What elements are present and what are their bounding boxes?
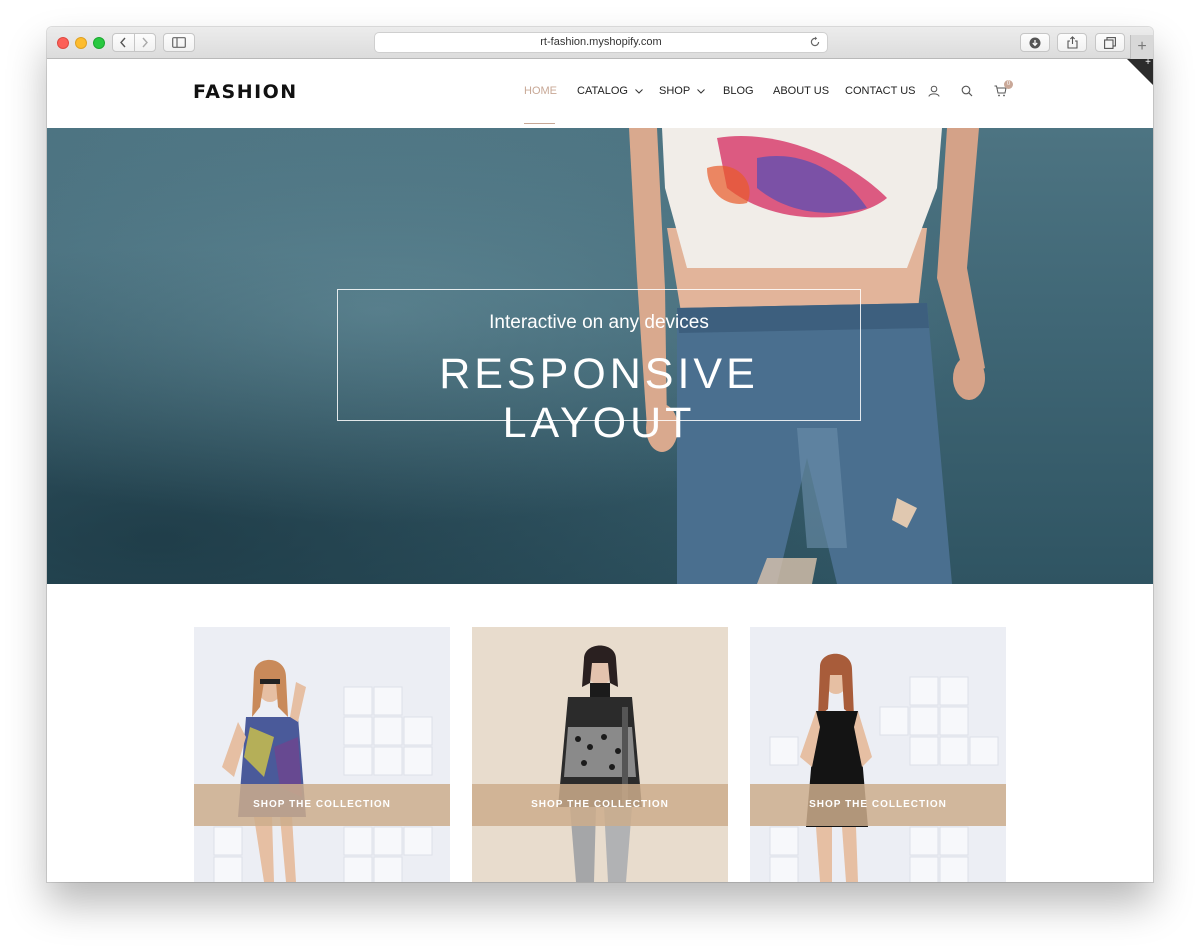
site-logo[interactable]: FASHION <box>193 81 298 103</box>
nav-shop-label: SHOP <box>659 85 691 97</box>
downloads-button[interactable] <box>1020 33 1050 52</box>
close-window-button[interactable] <box>57 37 69 49</box>
nav-contact-label: CONTACT US <box>845 85 916 97</box>
browser-toolbar: rt-fashion.myshopify.com + <box>47 27 1153 59</box>
nav-home-label: HOME <box>524 85 557 97</box>
chevron-left-icon <box>120 37 126 48</box>
download-icon <box>1029 37 1041 48</box>
search-icon[interactable] <box>961 85 973 97</box>
nav-home[interactable]: HOME <box>524 85 557 97</box>
browser-window: rt-fashion.myshopify.com + FASHION HOME … <box>47 27 1153 882</box>
shop-collection-button[interactable]: SHOP THE COLLECTION <box>194 784 450 826</box>
nav-active-indicator <box>524 123 555 124</box>
hero-caption-box: Interactive on any devices RESPONSIVE LA… <box>337 289 861 447</box>
collection-card[interactable]: SHOP THE COLLECTION <box>472 627 728 882</box>
sidebar-icon <box>172 37 186 48</box>
address-bar[interactable]: rt-fashion.myshopify.com <box>374 32 828 53</box>
collection-image <box>194 627 450 882</box>
chevron-down-icon <box>635 88 643 94</box>
nav-catalog[interactable]: CATALOG <box>577 85 643 97</box>
reload-icon[interactable] <box>809 36 821 48</box>
forward-button[interactable] <box>135 34 156 51</box>
nav-blog-label: BLOG <box>723 85 754 97</box>
hero-title: RESPONSIVE LAYOUT <box>439 350 759 447</box>
collection-image <box>750 627 1006 882</box>
plus-icon: + <box>1145 57 1151 68</box>
tabs-icon <box>1104 36 1116 49</box>
address-url: rt-fashion.myshopify.com <box>540 36 662 48</box>
collection-card[interactable]: SHOP THE COLLECTION <box>750 627 1006 882</box>
share-button[interactable] <box>1057 33 1087 52</box>
hero-subtitle: Interactive on any devices <box>489 312 709 333</box>
plus-icon: + <box>1137 38 1147 55</box>
site-header: FASHION HOME CATALOG SHOP BLOG ABOUT US … <box>47 59 1153 128</box>
nav-shop[interactable]: SHOP <box>659 85 706 97</box>
collection-image <box>472 627 728 882</box>
cart-count-badge: 0 <box>1004 80 1013 89</box>
minimize-window-button[interactable] <box>75 37 87 49</box>
collections-section: SHOP THE COLLECTION SHOP THE COLLECTION <box>47 584 1153 882</box>
chevron-down-icon <box>697 88 706 94</box>
shop-collection-button[interactable]: SHOP THE COLLECTION <box>472 784 728 826</box>
share-icon <box>1066 36 1078 49</box>
history-nav <box>112 33 156 52</box>
new-tab-button[interactable]: + <box>1130 35 1153 59</box>
nav-about-label: ABOUT US <box>773 85 830 97</box>
collection-card[interactable]: SHOP THE COLLECTION <box>194 627 450 882</box>
account-icon[interactable] <box>928 85 940 97</box>
sidebar-button[interactable] <box>163 33 195 52</box>
zoom-window-button[interactable] <box>93 37 105 49</box>
hero-banner: Interactive on any devices RESPONSIVE LA… <box>47 128 1153 584</box>
shop-collection-button[interactable]: SHOP THE COLLECTION <box>750 784 1006 826</box>
nav-blog[interactable]: BLOG <box>723 85 754 97</box>
back-button[interactable] <box>113 34 134 51</box>
nav-contact[interactable]: CONTACT US <box>845 85 916 97</box>
show-tabs-button[interactable] <box>1095 33 1125 52</box>
nav-about[interactable]: ABOUT US <box>773 85 829 97</box>
nav-catalog-label: CATALOG <box>577 85 628 97</box>
chevron-right-icon <box>142 37 148 48</box>
